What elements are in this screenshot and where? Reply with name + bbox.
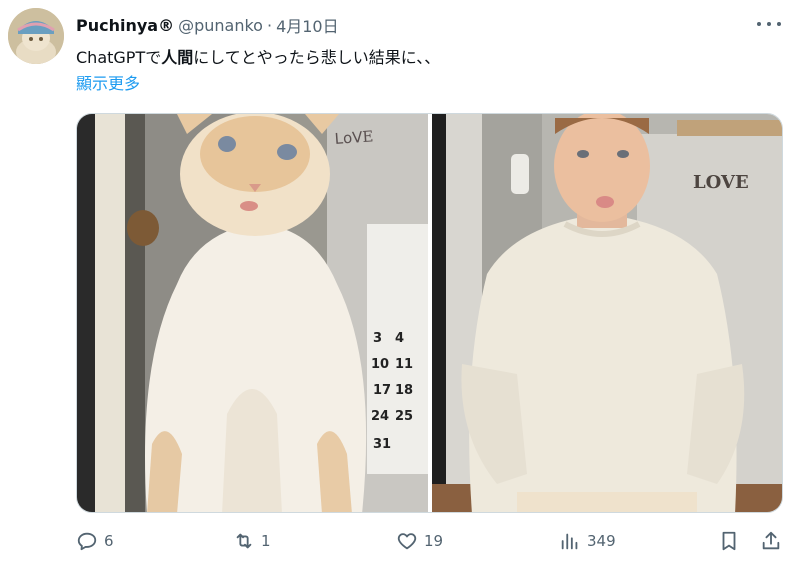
calendar-number: 4 xyxy=(395,331,404,346)
media-image-cat[interactable]: 3 4 10 11 17 18 24 25 31 ᒪ𝗈ᐯE xyxy=(77,114,428,513)
share-icon xyxy=(762,531,780,550)
reply-count: 6 xyxy=(104,532,114,550)
calendar-number: 11 xyxy=(395,357,413,372)
views-count: 349 xyxy=(587,532,616,550)
share-button[interactable] xyxy=(760,530,788,552)
media-image-human[interactable]: LOVE xyxy=(432,114,783,513)
retweet-count: 1 xyxy=(261,532,271,550)
display-name[interactable]: Puchinya® xyxy=(76,16,174,35)
reply-icon xyxy=(77,532,97,551)
tweet-header: Puchinya® @punanko · 4月10日 xyxy=(76,13,339,37)
action-bar: 6 1 19 349 xyxy=(76,530,783,560)
heart-icon xyxy=(397,533,417,550)
bookmark-button[interactable] xyxy=(718,530,746,552)
calendar-number: 17 xyxy=(373,383,391,398)
calendar-number: 3 xyxy=(373,331,382,346)
views-button[interactable]: 349 xyxy=(559,530,616,552)
more-icon[interactable] xyxy=(757,14,781,34)
tweet-text: ChatGPTで人間にしてとやったら悲しい結果に、、 xyxy=(76,44,440,68)
avatar-image xyxy=(8,8,64,64)
bookmark-icon xyxy=(722,531,736,551)
retweet-icon xyxy=(236,533,252,549)
wall-lettering: LOVE xyxy=(693,172,749,193)
avatar[interactable] xyxy=(8,8,64,64)
tweet-text-part2: にしてとやったら悲しい結果に、、 xyxy=(193,48,441,67)
separator-dot: · xyxy=(266,15,273,35)
like-button[interactable]: 19 xyxy=(396,530,443,552)
calendar-number: 25 xyxy=(395,409,413,424)
svg-text:ᒪ𝗈ᐯE: ᒪ𝗈ᐯE xyxy=(334,127,374,148)
views-icon xyxy=(561,533,578,550)
reply-button[interactable]: 6 xyxy=(76,530,114,552)
tweet-date[interactable]: 4月10日 xyxy=(276,13,339,37)
retweet-button[interactable]: 1 xyxy=(233,530,271,552)
user-handle[interactable]: @punanko xyxy=(178,16,263,35)
tweet: Puchinya® @punanko · 4月10日 ChatGPTで人間にして… xyxy=(0,0,799,571)
calendar-number: 31 xyxy=(373,437,391,452)
show-more-link[interactable]: 顯示更多 xyxy=(76,70,140,94)
tweet-text-bold: 人間 xyxy=(161,48,194,67)
tweet-text-part1: ChatGPTで xyxy=(76,48,162,67)
calendar-number: 24 xyxy=(371,409,389,424)
calendar-number: 18 xyxy=(395,383,413,398)
calendar-number: 10 xyxy=(371,357,389,372)
media-grid: 3 4 10 11 17 18 24 25 31 ᒪ𝗈ᐯE LOVE xyxy=(76,113,783,513)
like-count: 19 xyxy=(424,532,444,550)
